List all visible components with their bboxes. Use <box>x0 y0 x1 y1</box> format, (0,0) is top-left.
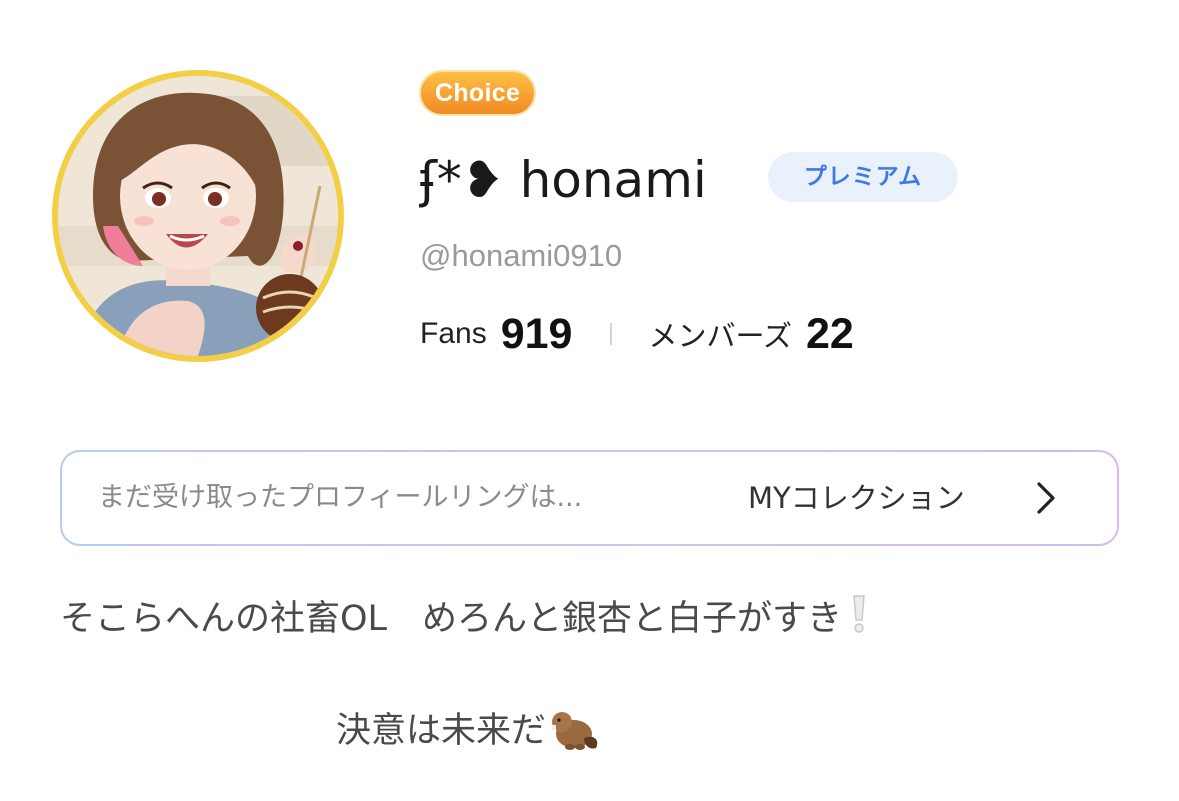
fans-count[interactable]: 919 <box>501 310 573 359</box>
members-label[interactable]: メンバーズ <box>648 313 792 355</box>
bio-text-2: 決意は未来だ <box>336 711 547 751</box>
my-collection-link[interactable]: MYコレクション <box>748 452 965 544</box>
choice-badge: Choice <box>419 70 537 116</box>
stats-divider <box>610 323 613 345</box>
chevron-right-icon[interactable] <box>1034 480 1058 516</box>
premium-badge[interactable]: プレミアム <box>768 152 958 202</box>
display-name: ʄ*❥ honami <box>420 151 707 209</box>
user-handle: @honami0910 <box>420 238 623 273</box>
bio-line-1: そこらへんの社畜OL めろんと銀杏と白子がすき <box>60 592 870 644</box>
profile-stats: Fans 919 メンバーズ 22 <box>420 306 854 362</box>
profile-ring-hint: まだ受け取ったプロフィールリングは... <box>98 482 583 513</box>
beaver-emoji-icon <box>552 712 598 750</box>
white-exclamation-icon <box>853 595 865 633</box>
bio-line-2: 決意は未来だ <box>336 704 600 756</box>
my-collection-banner[interactable]: まだ受け取ったプロフィールリングは... MYコレクション <box>60 450 1119 546</box>
bio-text-1: そこらへんの社畜OL めろんと銀杏と白子がすき <box>60 599 843 639</box>
avatar-illustration-icon <box>58 76 338 356</box>
profile-avatar[interactable] <box>52 70 344 362</box>
members-count[interactable]: 22 <box>806 310 854 359</box>
fans-label[interactable]: Fans <box>420 317 487 351</box>
